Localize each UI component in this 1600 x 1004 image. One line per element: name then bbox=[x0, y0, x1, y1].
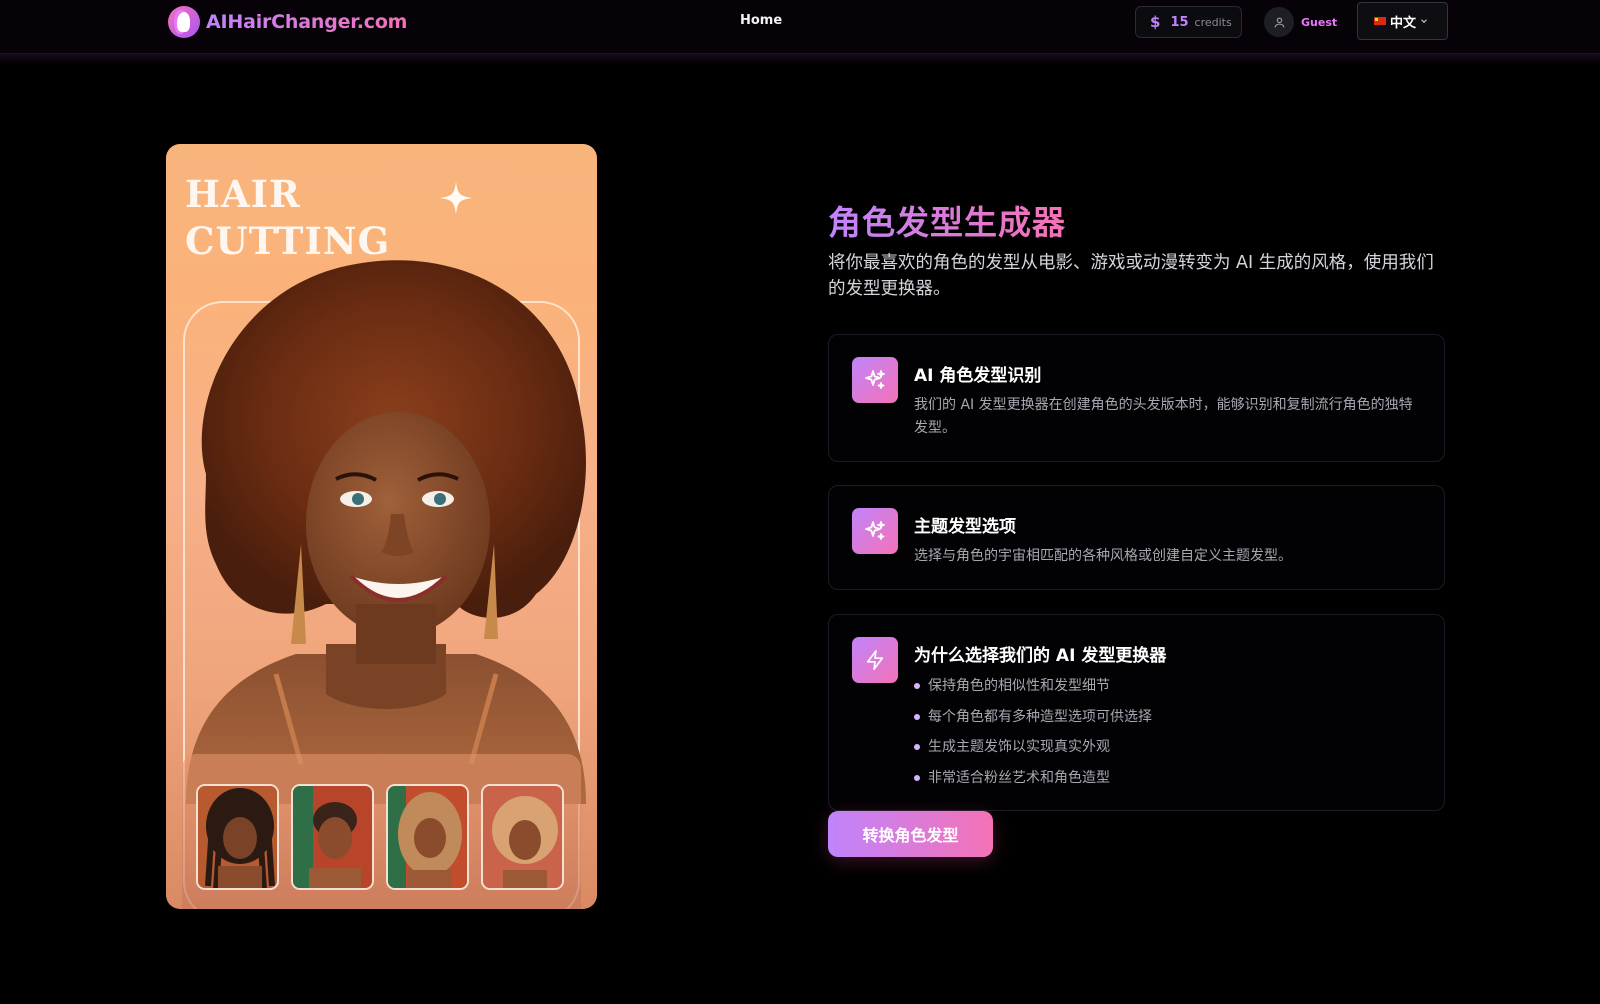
nav-link-home[interactable]: Home bbox=[740, 13, 782, 28]
list-item: 每个角色都有多种造型选项可供选择 bbox=[914, 702, 1152, 733]
china-flag-icon bbox=[1374, 17, 1386, 25]
benefits-list: 保持角色的相似性和发型细节 每个角色都有多种造型选项可供选择 生成主题发饰以实现… bbox=[914, 671, 1152, 793]
sparkles-icon bbox=[852, 508, 898, 554]
hairstyle-thumbnail-3 bbox=[386, 784, 469, 890]
language-selector[interactable]: 中文 bbox=[1357, 2, 1448, 40]
hairstyle-thumbnail-4 bbox=[481, 784, 564, 890]
bullet-dot bbox=[914, 713, 920, 720]
credits-badge[interactable]: $ 15 credits bbox=[1135, 6, 1242, 38]
woman-portrait-illustration bbox=[186, 260, 586, 804]
sparkles-icon bbox=[852, 357, 898, 403]
brand-logo-link[interactable]: AIHairChanger.com bbox=[168, 6, 407, 38]
feature-card-why-us: 为什么选择我们的 AI 发型更换器 保持角色的相似性和发型细节 每个角色都有多种… bbox=[828, 614, 1445, 811]
convert-hairstyle-button[interactable]: 转换角色发型 bbox=[828, 811, 993, 857]
chevron-down-icon bbox=[1421, 19, 1427, 23]
list-item: 生成主题发饰以实现真实外观 bbox=[914, 732, 1152, 763]
page-heading: 角色发型生成器 bbox=[828, 196, 1066, 244]
language-label: 中文 bbox=[1390, 15, 1417, 31]
header-shadow bbox=[0, 54, 1600, 64]
bullet-dot bbox=[914, 744, 920, 751]
user-icon bbox=[1264, 7, 1294, 37]
sparkle-icon bbox=[439, 181, 473, 215]
dollar-icon: $ bbox=[1150, 13, 1161, 31]
list-item: 保持角色的相似性和发型细节 bbox=[914, 671, 1152, 702]
hero-image: HAIR CUTTING bbox=[166, 144, 597, 909]
top-nav-bar: AIHairChanger.com Home $ 15 credits Gues… bbox=[0, 0, 1600, 54]
credits-count: 15 bbox=[1170, 14, 1189, 30]
feature-card-recognition: AI 角色发型识别 我们的 AI 发型更换器在创建角色的头发版本时，能够识别和复… bbox=[828, 334, 1445, 462]
user-menu[interactable]: Guest bbox=[1264, 6, 1337, 38]
user-name: Guest bbox=[1301, 15, 1338, 29]
feature-description: 选择与角色的宇宙相匹配的各种风格或创建自定义主题发型。 bbox=[914, 548, 1292, 564]
feature-title: 为什么选择我们的 AI 发型更换器 bbox=[914, 646, 1167, 666]
credits-label: credits bbox=[1194, 15, 1232, 29]
bullet-dot bbox=[914, 683, 920, 690]
feature-title: 主题发型选项 bbox=[914, 517, 1016, 537]
feature-card-themes: 主题发型选项 选择与角色的宇宙相匹配的各种风格或创建自定义主题发型。 bbox=[828, 485, 1445, 590]
bullet-dot bbox=[914, 774, 920, 781]
logo-icon bbox=[168, 6, 200, 38]
brand-name: AIHairChanger.com bbox=[206, 11, 408, 33]
hairstyle-thumbnail-1 bbox=[196, 784, 279, 890]
feature-description: 我们的 AI 发型更换器在创建角色的头发版本时，能够识别和复制流行角色的独特发型… bbox=[914, 397, 1413, 436]
feature-title: AI 角色发型识别 bbox=[914, 366, 1042, 386]
lead-paragraph: 将你最喜欢的角色的发型从电影、游戏或动漫转变为 AI 生成的风格，使用我们的发型… bbox=[828, 253, 1434, 299]
list-item: 非常适合粉丝艺术和角色造型 bbox=[914, 763, 1152, 794]
hairstyle-thumbnail-2 bbox=[291, 784, 374, 890]
lightning-icon bbox=[852, 637, 898, 683]
